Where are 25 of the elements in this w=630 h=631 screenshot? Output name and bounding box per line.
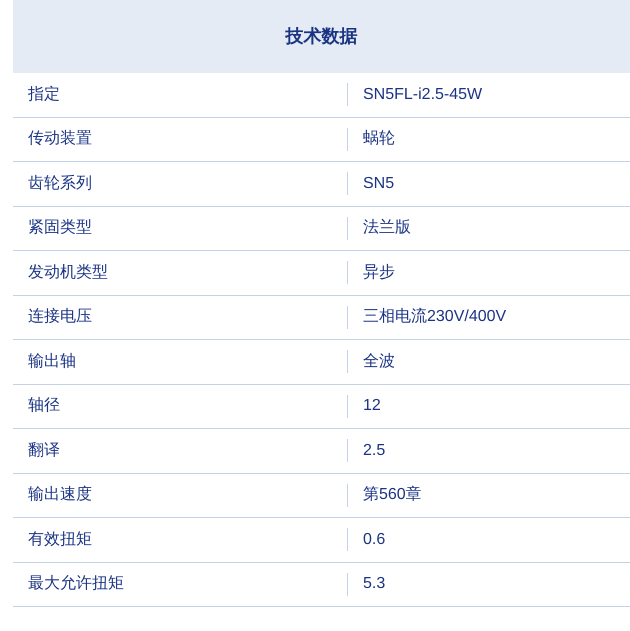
table-title: 技术数据 <box>286 25 358 48</box>
table-cell-text: 三相电流230V/400V <box>363 306 506 328</box>
table-cell-text: 输出轴 <box>28 352 76 372</box>
table-cell-text: 发动机类型 <box>28 262 108 283</box>
table-cell-text: 紧固类型 <box>28 218 92 238</box>
table-cell-text: 传动装置 <box>28 128 92 150</box>
table-cell-text: 法兰版 <box>363 218 411 238</box>
table-cell-text: 连接电压 <box>28 306 92 328</box>
table-cell-text: 输出速度 <box>28 484 92 506</box>
table-cell-text: 翻译 <box>28 440 60 461</box>
table-cell-text: SN5FL-i2.5-45W <box>363 84 482 105</box>
table-cell-text: 异步 <box>363 262 395 283</box>
table-cell-text: 12 <box>363 396 381 416</box>
table-cell-text: 0.6 <box>363 530 386 550</box>
table-cell-text: 第560章 <box>363 484 422 506</box>
table-cell-text: SN5 <box>363 174 394 194</box>
table-cell-text: 5.3 <box>363 574 386 594</box>
table-cell-text: 齿轮系列 <box>28 174 92 194</box>
table-cell-text: 全波 <box>363 352 395 372</box>
table-cell-text: 指定 <box>28 84 60 105</box>
table-cell-text: 2.5 <box>363 440 386 461</box>
table-cell-text: 轴径 <box>28 396 60 416</box>
table-cell-text: 蜗轮 <box>363 128 395 150</box>
table-cell-text: 有效扭矩 <box>28 530 92 550</box>
table-cell-text: 最大允许扭矩 <box>28 574 124 594</box>
